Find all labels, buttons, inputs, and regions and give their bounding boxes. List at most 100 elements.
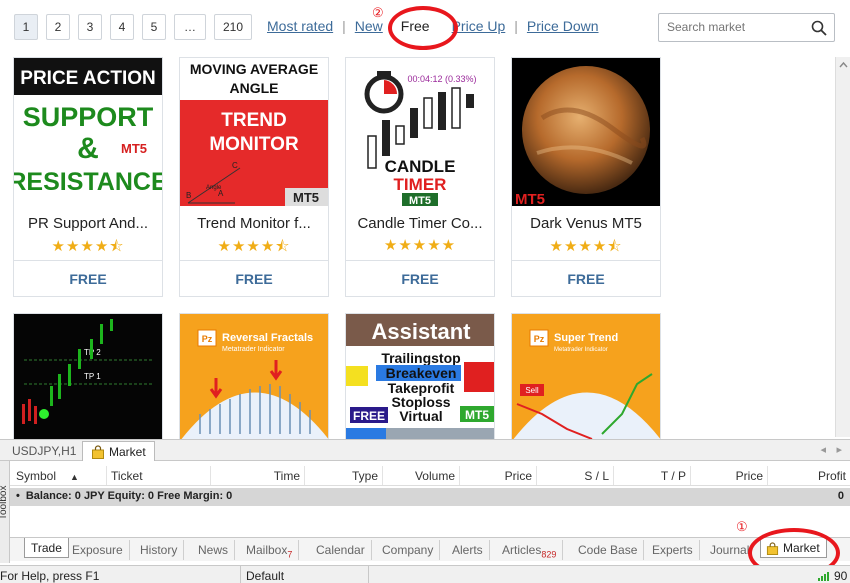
column-header[interactable]: Ticket <box>107 466 211 485</box>
product-name[interactable]: PR Support And... <box>14 215 162 232</box>
status-profile[interactable]: Default <box>246 569 284 583</box>
thumb-text: MONITOR <box>209 134 299 155</box>
thumb-text: B <box>186 191 191 200</box>
product-thumbnail[interactable]: TP 2 TP 1 <box>14 314 163 440</box>
thumb-text: MT5 <box>121 141 147 156</box>
tab-calendar[interactable]: Calendar <box>310 540 372 560</box>
product-thumbnail[interactable]: MT5 <box>512 58 660 206</box>
thumb-text: SUPPORT <box>23 102 154 132</box>
balance-row[interactable]: • Balance: 0 JPY Equity: 0 Free Margin: 0… <box>10 488 850 506</box>
balance-profit: 0 <box>837 490 844 502</box>
product-thumbnail[interactable]: Pz Reversal Fractals Metatrader Indicato… <box>180 314 329 440</box>
tab-scroll-right-icon[interactable]: ▸ <box>836 443 842 456</box>
status-right-value: 90 <box>834 569 848 583</box>
product-price[interactable]: FREE <box>346 260 494 296</box>
shopping-bag-icon <box>92 445 104 459</box>
sort-most-rated-link[interactable]: Most rated <box>267 18 333 34</box>
sort-separator: | <box>514 18 518 34</box>
product-name[interactable]: Candle Timer Co... <box>346 215 494 232</box>
product-thumbnail[interactable]: MOVING AVERAGE ANGLE TREND MONITOR C B A… <box>180 58 328 206</box>
product-price[interactable]: FREE <box>180 260 328 296</box>
tab-trade[interactable]: Trade <box>24 538 69 558</box>
tab-company[interactable]: Company <box>376 540 441 560</box>
page-3-button[interactable]: 3 <box>78 14 102 40</box>
product-price[interactable]: FREE <box>14 260 162 296</box>
thumb-text: Sell <box>525 386 539 395</box>
product-thumbnail[interactable]: 00:04:12 (0.33%) CANDLE TIMER MT5 <box>346 58 494 206</box>
product-name[interactable]: Dark Venus MT5 <box>512 215 660 232</box>
sort-price-down-link[interactable]: Price Down <box>527 18 599 34</box>
product-card[interactable]: TP 2 TP 1 <box>13 313 163 440</box>
page-4-button[interactable]: 4 <box>110 14 134 40</box>
tab-history[interactable]: History <box>134 540 185 560</box>
thumb-text: MT5 <box>515 191 545 206</box>
tab-mailbox[interactable]: Mailbox7 <box>240 540 300 560</box>
tab-news[interactable]: News <box>192 540 236 560</box>
thumb-text: Virtual <box>399 408 442 424</box>
thumb-text: TREND <box>221 110 286 131</box>
page-ellipsis-button[interactable]: … <box>174 14 206 40</box>
column-header[interactable]: S / L <box>537 466 614 485</box>
free-annotation-circle <box>388 6 458 50</box>
terminal-tab-bar: Trade Exposure History News Mailbox7 Cal… <box>10 537 850 561</box>
search-icon[interactable] <box>811 20 827 36</box>
product-card[interactable]: Pz Reversal Fractals Metatrader Indicato… <box>179 313 329 440</box>
product-card[interactable]: PRICE ACTION SUPPORT & RESISTANCE MT5 PR… <box>13 57 163 297</box>
thumb-text: RESISTANCE <box>14 168 162 196</box>
column-header[interactable]: Type <box>305 466 383 485</box>
thumb-text: MT5 <box>465 408 489 422</box>
column-header[interactable]: Symbol ▲ <box>10 466 107 485</box>
product-price[interactable]: FREE <box>512 260 660 296</box>
product-rating-stars: ★★★★⯪ <box>51 238 125 255</box>
product-thumbnail[interactable]: PRICE ACTION SUPPORT & RESISTANCE MT5 <box>14 58 162 206</box>
thumb-text: Assistant <box>371 319 471 344</box>
column-header[interactable]: Time <box>211 466 305 485</box>
status-help-text: For Help, press F1 <box>0 569 100 583</box>
product-card[interactable]: 00:04:12 (0.33%) CANDLE TIMER MT5 Candle… <box>345 57 495 297</box>
thumb-text: Metatrader Indicator <box>222 346 285 353</box>
articles-count: 829 <box>541 549 557 560</box>
thumb-text: MOVING AVERAGE <box>190 61 318 77</box>
market-annotation-number: ① <box>736 519 748 534</box>
tab-experts[interactable]: Experts <box>646 540 700 560</box>
product-card[interactable]: Pz Super Trend Metatrader Indicator Sell <box>511 313 661 440</box>
column-header[interactable]: Price <box>691 466 768 485</box>
tab-code-base[interactable]: Code Base <box>572 540 645 560</box>
tab-alerts[interactable]: Alerts <box>446 540 490 560</box>
page-2-button[interactable]: 2 <box>46 14 70 40</box>
column-header[interactable]: T / P <box>614 466 691 485</box>
thumb-text: TIMER <box>394 175 447 194</box>
thumb-text: MT5 <box>293 190 319 205</box>
search-input[interactable] <box>667 20 807 34</box>
product-thumbnail[interactable]: Pz Super Trend Metatrader Indicator Sell <box>512 314 661 440</box>
thumb-text: Angle <box>206 185 222 191</box>
tab-market-label: Market <box>109 445 146 459</box>
column-header[interactable]: Volume <box>383 466 460 485</box>
product-card[interactable]: Assistant Trailingstop Breakeven Takepro… <box>345 313 495 440</box>
column-header[interactable]: Price <box>460 466 537 485</box>
sort-price-up-link[interactable]: Price Up <box>452 18 506 34</box>
page-1-button[interactable]: 1 <box>14 14 38 40</box>
product-card[interactable]: MT5 Dark Venus MT5 ★★★★⯪ FREE <box>511 57 661 297</box>
tab-articles[interactable]: Articles829 <box>496 540 564 560</box>
thumb-text: PRICE ACTION <box>20 68 155 89</box>
thumb-text: FREE <box>353 409 385 423</box>
page-5-button[interactable]: 5 <box>142 14 166 40</box>
product-card[interactable]: MOVING AVERAGE ANGLE TREND MONITOR C B A… <box>179 57 329 297</box>
tab-market[interactable]: Market <box>82 441 155 461</box>
product-rating-stars: ★★★★⯪ <box>217 238 291 255</box>
balance-text: Balance: 0 JPY Equity: 0 Free Margin: 0 <box>25 490 233 502</box>
product-thumbnail[interactable]: Assistant Trailingstop Breakeven Takepro… <box>346 314 495 440</box>
thumb-text: Metatrader Indicator <box>554 347 608 353</box>
thumb-text: Breakeven <box>386 365 457 381</box>
column-header[interactable]: Profit <box>768 466 850 485</box>
tab-scroll-left-icon[interactable]: ◂ <box>820 443 826 456</box>
product-name[interactable]: Trend Monitor f... <box>180 215 328 232</box>
market-search[interactable] <box>658 13 835 42</box>
page-last-button[interactable]: 210 <box>214 14 252 40</box>
market-scrollbar[interactable] <box>835 57 850 437</box>
tab-exposure[interactable]: Exposure <box>66 540 130 560</box>
toolbox-label: Toolbox <box>0 485 9 520</box>
thumb-text: 00:04:12 (0.33%) <box>407 74 476 84</box>
tab-usdjpy-chart[interactable]: USDJPY,H1 <box>4 441 84 461</box>
